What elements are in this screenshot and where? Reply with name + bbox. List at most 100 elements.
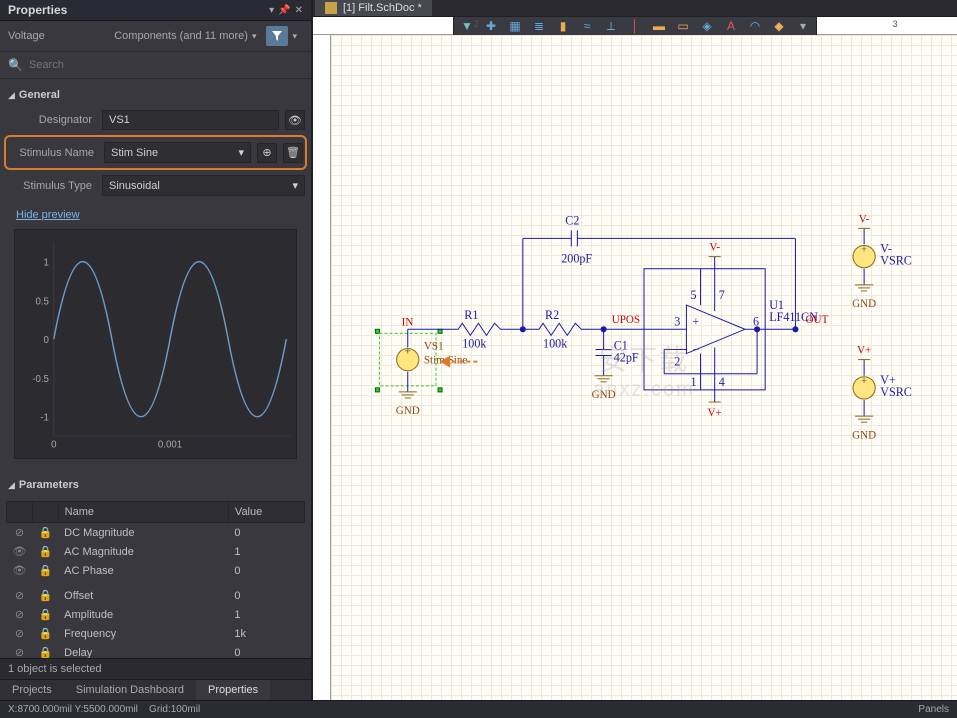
delete-stimulus-button[interactable]: 🗑 [283, 143, 303, 163]
panel-title: Properties [8, 3, 67, 17]
grid-icon[interactable]: ▦ [506, 17, 524, 35]
eye-icon[interactable]: ⊘ [7, 624, 33, 643]
cross-icon[interactable]: ✚ [482, 17, 500, 35]
hide-preview-link[interactable]: Hide preview [14, 205, 82, 225]
toolbar-chevron-icon[interactable]: ▾ [794, 17, 812, 35]
eye-icon[interactable]: 👁 [7, 542, 33, 561]
dropdown-icon[interactable]: ▾ [269, 5, 274, 16]
shape-icon[interactable]: ◠ [746, 17, 764, 35]
status-grid: Grid:100mil [149, 704, 200, 715]
svg-text:VSRC: VSRC [880, 385, 912, 399]
component-icon[interactable]: ▮ [554, 17, 572, 35]
svg-text:V-: V- [709, 242, 720, 254]
component-vs1[interactable]: + VS1 Stim Sine GND [375, 329, 467, 417]
voltage-label: Voltage [8, 30, 45, 42]
component-vsrc-neg[interactable]: V- + V- VSRC GND [852, 213, 912, 310]
svg-text:+: + [692, 314, 699, 328]
col-name: Name [58, 502, 228, 523]
netlabel-in[interactable]: IN [402, 316, 414, 328]
power-icon[interactable]: ⟂ [602, 17, 620, 35]
svg-text:VS1: VS1 [424, 340, 444, 352]
chevron-down-icon: ▾ [238, 146, 244, 159]
netlabel-out[interactable]: OUT [806, 314, 829, 326]
eye-icon[interactable]: ⊘ [7, 586, 33, 605]
svg-text:0: 0 [51, 440, 56, 451]
status-coords: X:8700.000mil Y:5500.000mil [8, 704, 138, 715]
lock-icon[interactable]: 🔒 [32, 643, 58, 658]
caret-icon: ◢ [8, 90, 15, 101]
stimulus-type-dropdown[interactable]: Sinusoidal ▾ [102, 175, 305, 196]
tab-properties[interactable]: Properties [196, 680, 270, 700]
properties-panel: Properties ▾ 📌 ✕ Voltage Components (and… [0, 0, 313, 700]
lock-icon[interactable]: 🔒 [32, 586, 58, 605]
lock-icon[interactable]: 🔒 [32, 561, 58, 580]
lock-icon[interactable]: 🔒 [32, 624, 58, 643]
schematic-canvas[interactable]: + VS1 Stim Sine GND [331, 35, 957, 700]
svg-text:V-: V- [859, 213, 870, 225]
bus-icon[interactable]: ▬ [650, 17, 668, 35]
eye-icon[interactable]: ⊘ [7, 605, 33, 624]
tab-simulation-dashboard[interactable]: Simulation Dashboard [64, 680, 196, 700]
param-row: ⊘🔒Offset0 [7, 586, 305, 605]
filter-button[interactable] [266, 26, 288, 46]
schematic-editor: [1] Filt.SchDoc * ▼ ✚ ▦ ≣ ▮ ≈ ⟂ │ ▬ ▭ ◈ [313, 0, 957, 700]
svg-text:0.001: 0.001 [158, 440, 182, 451]
svg-text:GND: GND [852, 429, 876, 441]
lock-icon[interactable]: 🔒 [32, 523, 58, 543]
panels-button[interactable]: Panels [918, 704, 949, 715]
component-vsrc-pos[interactable]: V+ + V+ VSRC GND [852, 345, 912, 442]
pin-icon[interactable]: 📌 [278, 5, 290, 16]
preview-area: Hide preview [6, 199, 305, 465]
scope-dropdown-icon[interactable]: ▾ [252, 31, 257, 42]
harness-icon[interactable]: ▭ [674, 17, 692, 35]
col-value: Value [228, 502, 304, 523]
svg-text:7: 7 [719, 288, 725, 302]
eye-icon[interactable]: ⊘ [7, 523, 33, 543]
stimulus-name-dropdown[interactable]: Stim Sine ▾ [104, 142, 251, 163]
svg-text:+: + [861, 245, 867, 256]
svg-text:V+: V+ [708, 407, 722, 419]
svg-text:5: 5 [690, 288, 696, 302]
svg-text:1: 1 [690, 375, 696, 389]
general-section-header[interactable]: ◢ General [6, 83, 305, 107]
svg-text:100k: 100k [462, 336, 487, 350]
panel-header: Properties ▾ 📌 ✕ [0, 0, 311, 21]
panel-tabs: Projects Simulation Dashboard Properties [0, 679, 311, 700]
close-icon[interactable]: ✕ [295, 5, 303, 16]
wire-icon[interactable]: │ [626, 17, 644, 35]
svg-text:6: 6 [753, 314, 759, 328]
highlight-icon[interactable]: ◆ [770, 17, 788, 35]
add-stimulus-button[interactable]: ⊕ [257, 143, 277, 163]
designator-input[interactable]: VS1 [102, 110, 279, 130]
status-bar: X:8700.000mil Y:5500.000mil Grid:100mil … [0, 700, 957, 718]
eye-icon[interactable]: 👁 [7, 561, 33, 580]
component-u1[interactable]: + 3 − 2 6 [644, 242, 818, 420]
scope-text: Components (and 11 more) [114, 30, 248, 42]
eye-icon[interactable]: ⊘ [7, 643, 33, 658]
param-row: ⊘🔒Delay0 [7, 643, 305, 658]
netlabel-upos[interactable]: UPOS [612, 314, 640, 326]
svg-text:-1: -1 [40, 413, 49, 424]
lock-icon[interactable]: 🔒 [32, 605, 58, 624]
align-icon[interactable]: ≣ [530, 17, 548, 35]
component-r2[interactable]: R2 100k [533, 308, 588, 350]
param-row: ⊘🔒DC Magnitude0 [7, 523, 305, 543]
svg-text:GND: GND [592, 389, 616, 401]
tab-projects[interactable]: Projects [0, 680, 64, 700]
stimulus-name-row-highlight: Stimulus Name Stim Sine ▾ ⊕ 🗑 [4, 135, 307, 170]
schematic-file-icon [325, 2, 337, 14]
text-icon[interactable]: A [722, 17, 740, 35]
component-r1[interactable]: R1 100k [452, 308, 507, 350]
port-icon[interactable]: ◈ [698, 17, 716, 35]
svg-text:3: 3 [674, 314, 680, 328]
svg-text:100k: 100k [543, 336, 568, 350]
visibility-icon[interactable]: 👁 [285, 110, 305, 130]
document-tab[interactable]: [1] Filt.SchDoc * [315, 0, 432, 16]
filter-dropdown-icon[interactable]: ▾ [292, 31, 297, 42]
net-icon[interactable]: ≈ [578, 17, 596, 35]
parameters-section-header[interactable]: ◢ Parameters [6, 473, 305, 497]
search-input[interactable] [29, 59, 303, 71]
component-c1[interactable]: C1 42pF GND [592, 329, 639, 401]
lock-icon[interactable]: 🔒 [32, 542, 58, 561]
component-c2[interactable]: C2 200pF [561, 213, 592, 265]
